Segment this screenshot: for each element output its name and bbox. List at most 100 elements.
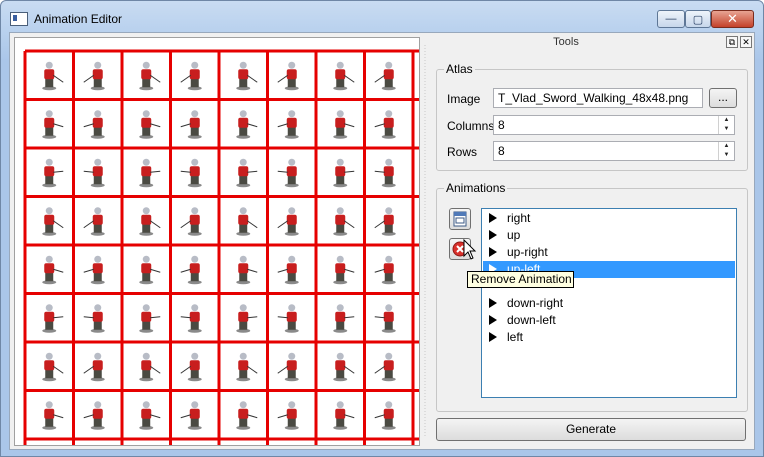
columns-value: 8 [498,118,505,132]
maximize-icon: ▢ [692,13,704,26]
atlas-group-title: Atlas [444,62,475,76]
minimize-button[interactable]: — [657,10,685,28]
tree-item[interactable]: left [483,329,735,346]
sprite-frame [277,61,299,91]
expand-arrow-icon[interactable] [489,298,497,308]
sprite-frame [374,352,396,382]
sprite-frame [333,401,355,430]
columns-label: Columns [447,119,495,133]
sprite-frame [277,255,299,285]
sprite-frame [333,207,355,236]
tree-item[interactable]: up [483,227,735,244]
generate-button[interactable]: Generate [436,418,746,441]
sprite-frame [83,158,105,188]
sprite-frame [374,110,396,139]
sprite-frame [42,61,64,91]
dock-close-button[interactable]: ✕ [740,36,752,48]
sprite-frame [374,158,396,188]
close-icon: ✕ [727,11,738,26]
sprite-frame [277,304,299,333]
browse-button[interactable]: ... [709,88,737,108]
tree-item-label: up [507,228,521,242]
sprite-frame [139,304,161,333]
sprite-frame [42,401,64,430]
image-label: Image [447,92,481,106]
sprite-frame [180,158,202,188]
sprite-frame [277,401,299,430]
sprite-frame [42,110,64,139]
expand-arrow-icon[interactable] [489,332,497,342]
dock-float-button[interactable]: ⧉ [726,36,738,48]
spin-up-icon[interactable]: ▲ [719,142,734,151]
tree-item[interactable]: right [483,210,735,227]
sprite-frame [236,352,258,382]
tree-item[interactable]: down-left [483,312,735,329]
tree-item-label: up-right [507,245,548,259]
sprite-frame [180,207,202,236]
sprite-frame [180,110,202,139]
add-animation-icon [453,211,467,227]
splitter-grip [424,45,426,437]
sprite-frame [83,304,105,333]
expand-arrow-icon[interactable] [489,230,497,240]
spin-down-icon[interactable]: ▼ [719,151,734,160]
sprite-frame [83,401,105,430]
close-button[interactable]: ✕ [711,10,754,28]
sprite-frame [333,61,355,91]
sprite-frame [83,207,105,236]
tools-dock-title[interactable]: Tools ⧉ ✕ [430,35,752,49]
sprite-frame [236,304,258,333]
sprite-frame [180,255,202,285]
animations-group-title: Animations [444,181,508,195]
sprite-frame [333,110,355,139]
sprite-frame [139,352,161,382]
sprite-frame [139,61,161,91]
sprite-frame [139,401,161,430]
sprite-frame [277,352,299,382]
dock-splitter[interactable] [422,35,428,447]
sprite-frame [374,61,396,91]
sprite-frame [42,304,64,333]
spin-up-icon[interactable]: ▲ [719,116,734,125]
sprite-frame [83,255,105,285]
rows-label: Rows [447,145,478,159]
columns-spin-arrows[interactable]: ▲ ▼ [718,116,734,134]
sprite-frame [374,304,396,333]
sprite-frame [180,352,202,382]
image-path-field[interactable]: T_Vlad_Sword_Walking_48x48.png [493,88,703,108]
app-icon [10,12,28,26]
atlas-grid-canvas [23,49,419,445]
sprite-frame [42,158,64,188]
sprite-frame [83,110,105,139]
expand-arrow-icon[interactable] [489,315,497,325]
maximize-button[interactable]: ▢ [685,10,711,28]
tree-item-label: left [507,330,524,344]
sprite-frame [236,207,258,236]
remove-animation-tooltip: Remove Animation [467,271,574,288]
sprite-frame [277,110,299,139]
sprite-frame [139,158,161,188]
rows-value: 8 [498,144,505,158]
animations-group: Animations right up up-right up-left down-ri… [436,181,748,412]
tree-item-label: down-right [507,296,564,310]
title-bar[interactable]: Animation Editor — ▢ ✕ [1,1,763,33]
sprite-frame [374,207,396,236]
tools-dock-label: Tools [553,36,579,48]
sprite-frame [180,61,202,91]
tree-item[interactable]: up-right [483,244,735,261]
atlas-group: Atlas Image T_Vlad_Sword_Walking_48x48.p… [436,62,748,171]
window-title: Animation Editor [34,12,123,26]
expand-arrow-icon[interactable] [489,247,497,257]
tree-item[interactable]: down-right [483,295,735,312]
columns-spinbox[interactable]: 8 ▲ ▼ [493,115,735,135]
sprite-frame [333,304,355,333]
rows-spinbox[interactable]: 8 ▲ ▼ [493,141,735,161]
add-animation-button[interactable] [449,208,471,230]
rows-spin-arrows[interactable]: ▲ ▼ [718,142,734,160]
animations-tree[interactable]: right up up-right up-left down-right down-lef… [481,208,737,398]
expand-arrow-icon[interactable] [489,213,497,223]
spin-down-icon[interactable]: ▼ [719,125,734,134]
sprite-frame [139,110,161,139]
sprite-frame [180,304,202,333]
atlas-preview[interactable] [14,37,420,446]
